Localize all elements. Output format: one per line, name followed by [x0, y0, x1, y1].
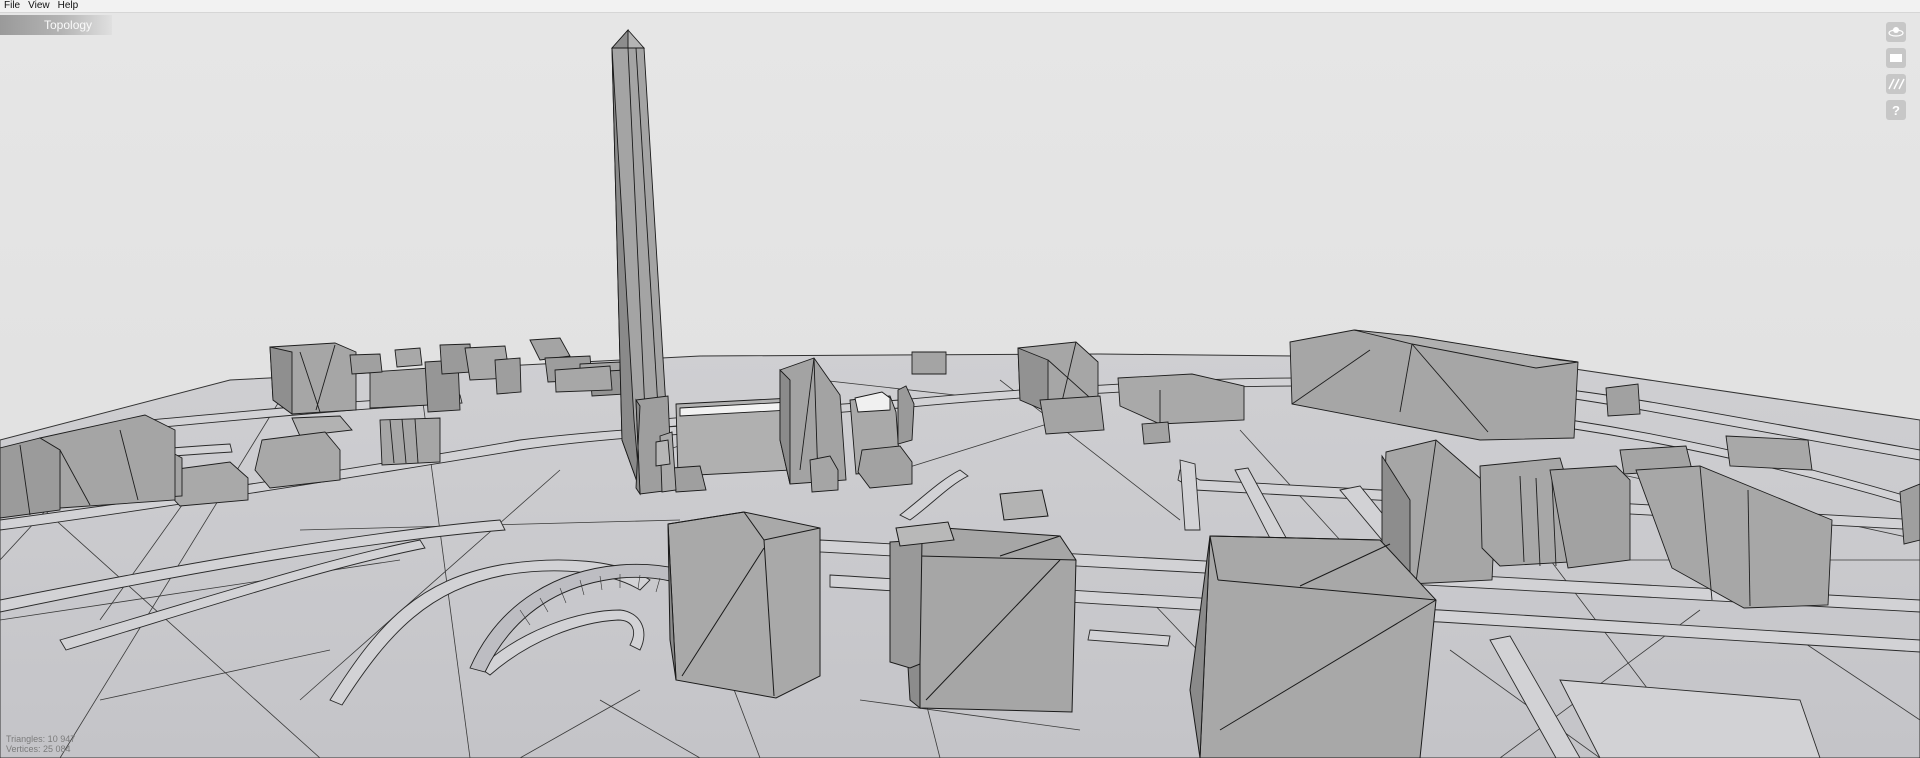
- 3d-viewport[interactable]: [0, 13, 1920, 758]
- svg-text:?: ?: [1892, 103, 1900, 118]
- orbit-icon: [1888, 27, 1904, 37]
- vertices-count: Vertices: 25 084: [6, 744, 71, 754]
- orbit-button[interactable]: [1886, 22, 1906, 42]
- triangles-count: Triangles: 10 947: [6, 734, 76, 744]
- help-icon: ?: [1892, 103, 1900, 118]
- menu-view[interactable]: View: [24, 0, 54, 12]
- texture-icon: [1888, 78, 1905, 90]
- menu-help[interactable]: Help: [54, 0, 83, 12]
- viewport-toolbar: ?: [1886, 22, 1908, 126]
- city-mesh-render: [0, 13, 1920, 758]
- help-button[interactable]: ?: [1886, 100, 1906, 120]
- topology-tab[interactable]: Topology: [0, 15, 112, 35]
- menu-file[interactable]: File: [0, 0, 24, 12]
- mesh-stats: Triangles: 10 947 Vertices: 25 084: [6, 734, 75, 754]
- texture-button[interactable]: [1886, 74, 1906, 94]
- view-mode-button[interactable]: [1886, 48, 1906, 68]
- menu-bar: File View Help: [0, 0, 1920, 13]
- view-mode-icon: [1890, 54, 1902, 62]
- topology-tab-label: Topology: [44, 18, 93, 32]
